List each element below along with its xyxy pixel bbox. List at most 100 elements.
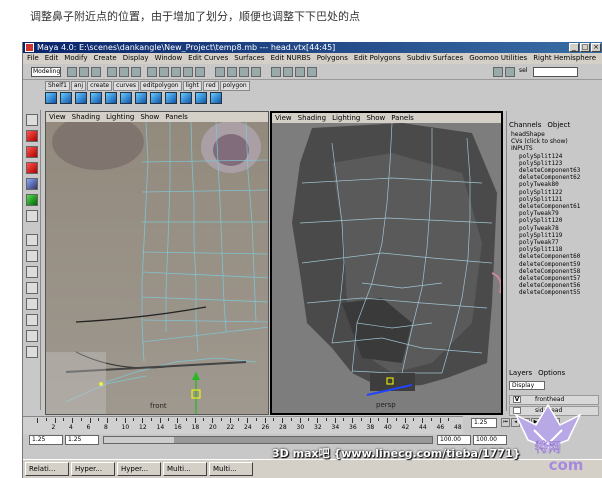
taskbar-item[interactable]: Hyper...	[117, 462, 161, 476]
select-tool-icon[interactable]	[26, 114, 38, 126]
viewport-menu-item[interactable]: Panels	[165, 112, 188, 122]
viewport-menu-item[interactable]: Lighting	[106, 112, 134, 122]
hypershade-view-icon[interactable]	[26, 314, 38, 326]
menu-item[interactable]: Display	[123, 53, 149, 64]
select-component-icon[interactable]	[131, 67, 141, 77]
cvs-hint[interactable]: CVs (click to show)	[509, 138, 601, 145]
menu-item[interactable]: Edit Polygons	[354, 53, 401, 64]
front-viewport[interactable]: View Shading Lighting Show Panels front	[45, 111, 269, 415]
mode-select[interactable]: Modeling	[31, 67, 61, 77]
input-node-item[interactable]: polyTweak78	[509, 225, 601, 232]
minimize-button[interactable]: _	[569, 43, 579, 52]
input-node-item[interactable]: polyTweak77	[509, 239, 601, 246]
outliner-view-icon[interactable]	[26, 282, 38, 294]
ipr-render-icon[interactable]	[295, 67, 305, 77]
input-node-item[interactable]: deleteComponent57	[509, 275, 601, 282]
input-node-item[interactable]: polySplit120	[509, 217, 601, 224]
taskbar-item[interactable]: Multi...	[209, 462, 253, 476]
lasso-tool-icon[interactable]	[26, 130, 38, 142]
layer-tab[interactable]: Options	[538, 369, 565, 377]
show-attr-editor-icon[interactable]	[493, 67, 503, 77]
viewport-menu-item[interactable]: View	[275, 113, 292, 123]
viewport-menu-item[interactable]: Show	[366, 113, 385, 123]
persp-viewport[interactable]: View Shading Lighting Show Panels persp	[270, 111, 503, 415]
menu-item[interactable]: Goomoo Utilities	[469, 53, 527, 64]
move-tool-icon[interactable]	[26, 146, 38, 158]
cut-faces-icon[interactable]	[195, 92, 207, 104]
menu-item[interactable]: Modify	[64, 53, 87, 64]
history-icon[interactable]	[271, 67, 281, 77]
combine-icon[interactable]	[150, 92, 162, 104]
viewport-menu-item[interactable]: View	[49, 112, 66, 122]
save-scene-icon[interactable]	[91, 67, 101, 77]
mask-vertex-icon[interactable]	[147, 67, 157, 77]
menu-item[interactable]: Right Hemisphere	[533, 53, 596, 64]
select-hierarchy-icon[interactable]	[107, 67, 117, 77]
split-polygon-icon[interactable]	[90, 92, 102, 104]
layer-tab[interactable]: Layers	[509, 369, 532, 377]
menu-item[interactable]: Surfaces	[234, 53, 264, 64]
rotate-tool-icon[interactable]	[26, 162, 38, 174]
snap-point-icon[interactable]	[239, 67, 249, 77]
snap-plane-icon[interactable]	[251, 67, 261, 77]
mask-uv-icon[interactable]	[183, 67, 193, 77]
render-icon[interactable]	[283, 67, 293, 77]
input-node-item[interactable]: polySplit119	[509, 232, 601, 239]
two-view-icon[interactable]	[26, 266, 38, 278]
new-scene-icon[interactable]	[67, 67, 77, 77]
quick-select-field[interactable]	[533, 67, 578, 77]
persp-graph-icon[interactable]	[26, 346, 38, 358]
poly-sphere-icon[interactable]	[60, 92, 72, 104]
single-view-icon[interactable]	[26, 234, 38, 246]
layer-display-select[interactable]: Display	[509, 381, 545, 390]
mirror-icon[interactable]	[180, 92, 192, 104]
last-tool-icon[interactable]	[26, 210, 38, 222]
graph-view-icon[interactable]	[26, 298, 38, 310]
menu-item[interactable]: File	[27, 53, 39, 64]
input-node-item[interactable]: polySplit123	[509, 160, 601, 167]
show-channelbox-icon[interactable]	[505, 67, 515, 77]
extrude-face-icon[interactable]	[105, 92, 117, 104]
smooth-icon[interactable]	[135, 92, 147, 104]
scale-tool-icon[interactable]	[26, 178, 38, 190]
input-node-item[interactable]: polySplit118	[509, 246, 601, 253]
manipulator-tool-icon[interactable]	[26, 194, 38, 206]
input-node-item[interactable]: deleteComponent59	[509, 261, 601, 268]
range-start-field[interactable]: 1.25	[29, 435, 63, 445]
playback-start-field[interactable]: 1.25	[65, 435, 99, 445]
taskbar-item[interactable]: Relati...	[25, 462, 69, 476]
input-node-item[interactable]: deleteComponent58	[509, 268, 601, 275]
merge-vertices-icon[interactable]	[120, 92, 132, 104]
menu-item[interactable]: Window	[155, 53, 183, 64]
snap-grid-icon[interactable]	[215, 67, 225, 77]
input-node-item[interactable]: deleteComponent62	[509, 174, 601, 181]
input-node-item[interactable]: deleteComponent56	[509, 282, 601, 289]
range-track[interactable]	[103, 436, 433, 444]
input-node-item[interactable]: deleteComponent55	[509, 289, 601, 296]
channel-tab[interactable]: Channels	[509, 121, 541, 129]
menu-item[interactable]: Create	[93, 53, 116, 64]
snap-curve-icon[interactable]	[227, 67, 237, 77]
range-handle[interactable]	[104, 437, 174, 443]
input-node-item[interactable]: polyTweak80	[509, 181, 601, 188]
open-scene-icon[interactable]	[79, 67, 89, 77]
maximize-button[interactable]: □	[580, 43, 590, 52]
mask-edge-icon[interactable]	[159, 67, 169, 77]
viewport-menu-item[interactable]: Panels	[391, 113, 414, 123]
input-node-item[interactable]: polySplit124	[509, 153, 601, 160]
playback-end-field[interactable]: 100.00	[437, 435, 471, 445]
input-node-item[interactable]: polySplit121	[509, 196, 601, 203]
four-view-icon[interactable]	[26, 250, 38, 262]
input-node-item[interactable]: polyTweak79	[509, 210, 601, 217]
select-object-icon[interactable]	[119, 67, 129, 77]
input-node-item[interactable]: polySplit122	[509, 189, 601, 196]
channel-tab[interactable]: Object	[547, 121, 570, 129]
menu-item[interactable]: Edit NURBS	[271, 53, 311, 64]
viewport-menu-item[interactable]: Show	[140, 112, 159, 122]
input-node-item[interactable]: deleteComponent61	[509, 203, 601, 210]
close-button[interactable]: ×	[591, 43, 601, 52]
viewport-menu-item[interactable]: Shading	[298, 113, 326, 123]
bevel-icon[interactable]	[210, 92, 222, 104]
mask-face-icon[interactable]	[171, 67, 181, 77]
range-end-field[interactable]: 100.00	[473, 435, 507, 445]
